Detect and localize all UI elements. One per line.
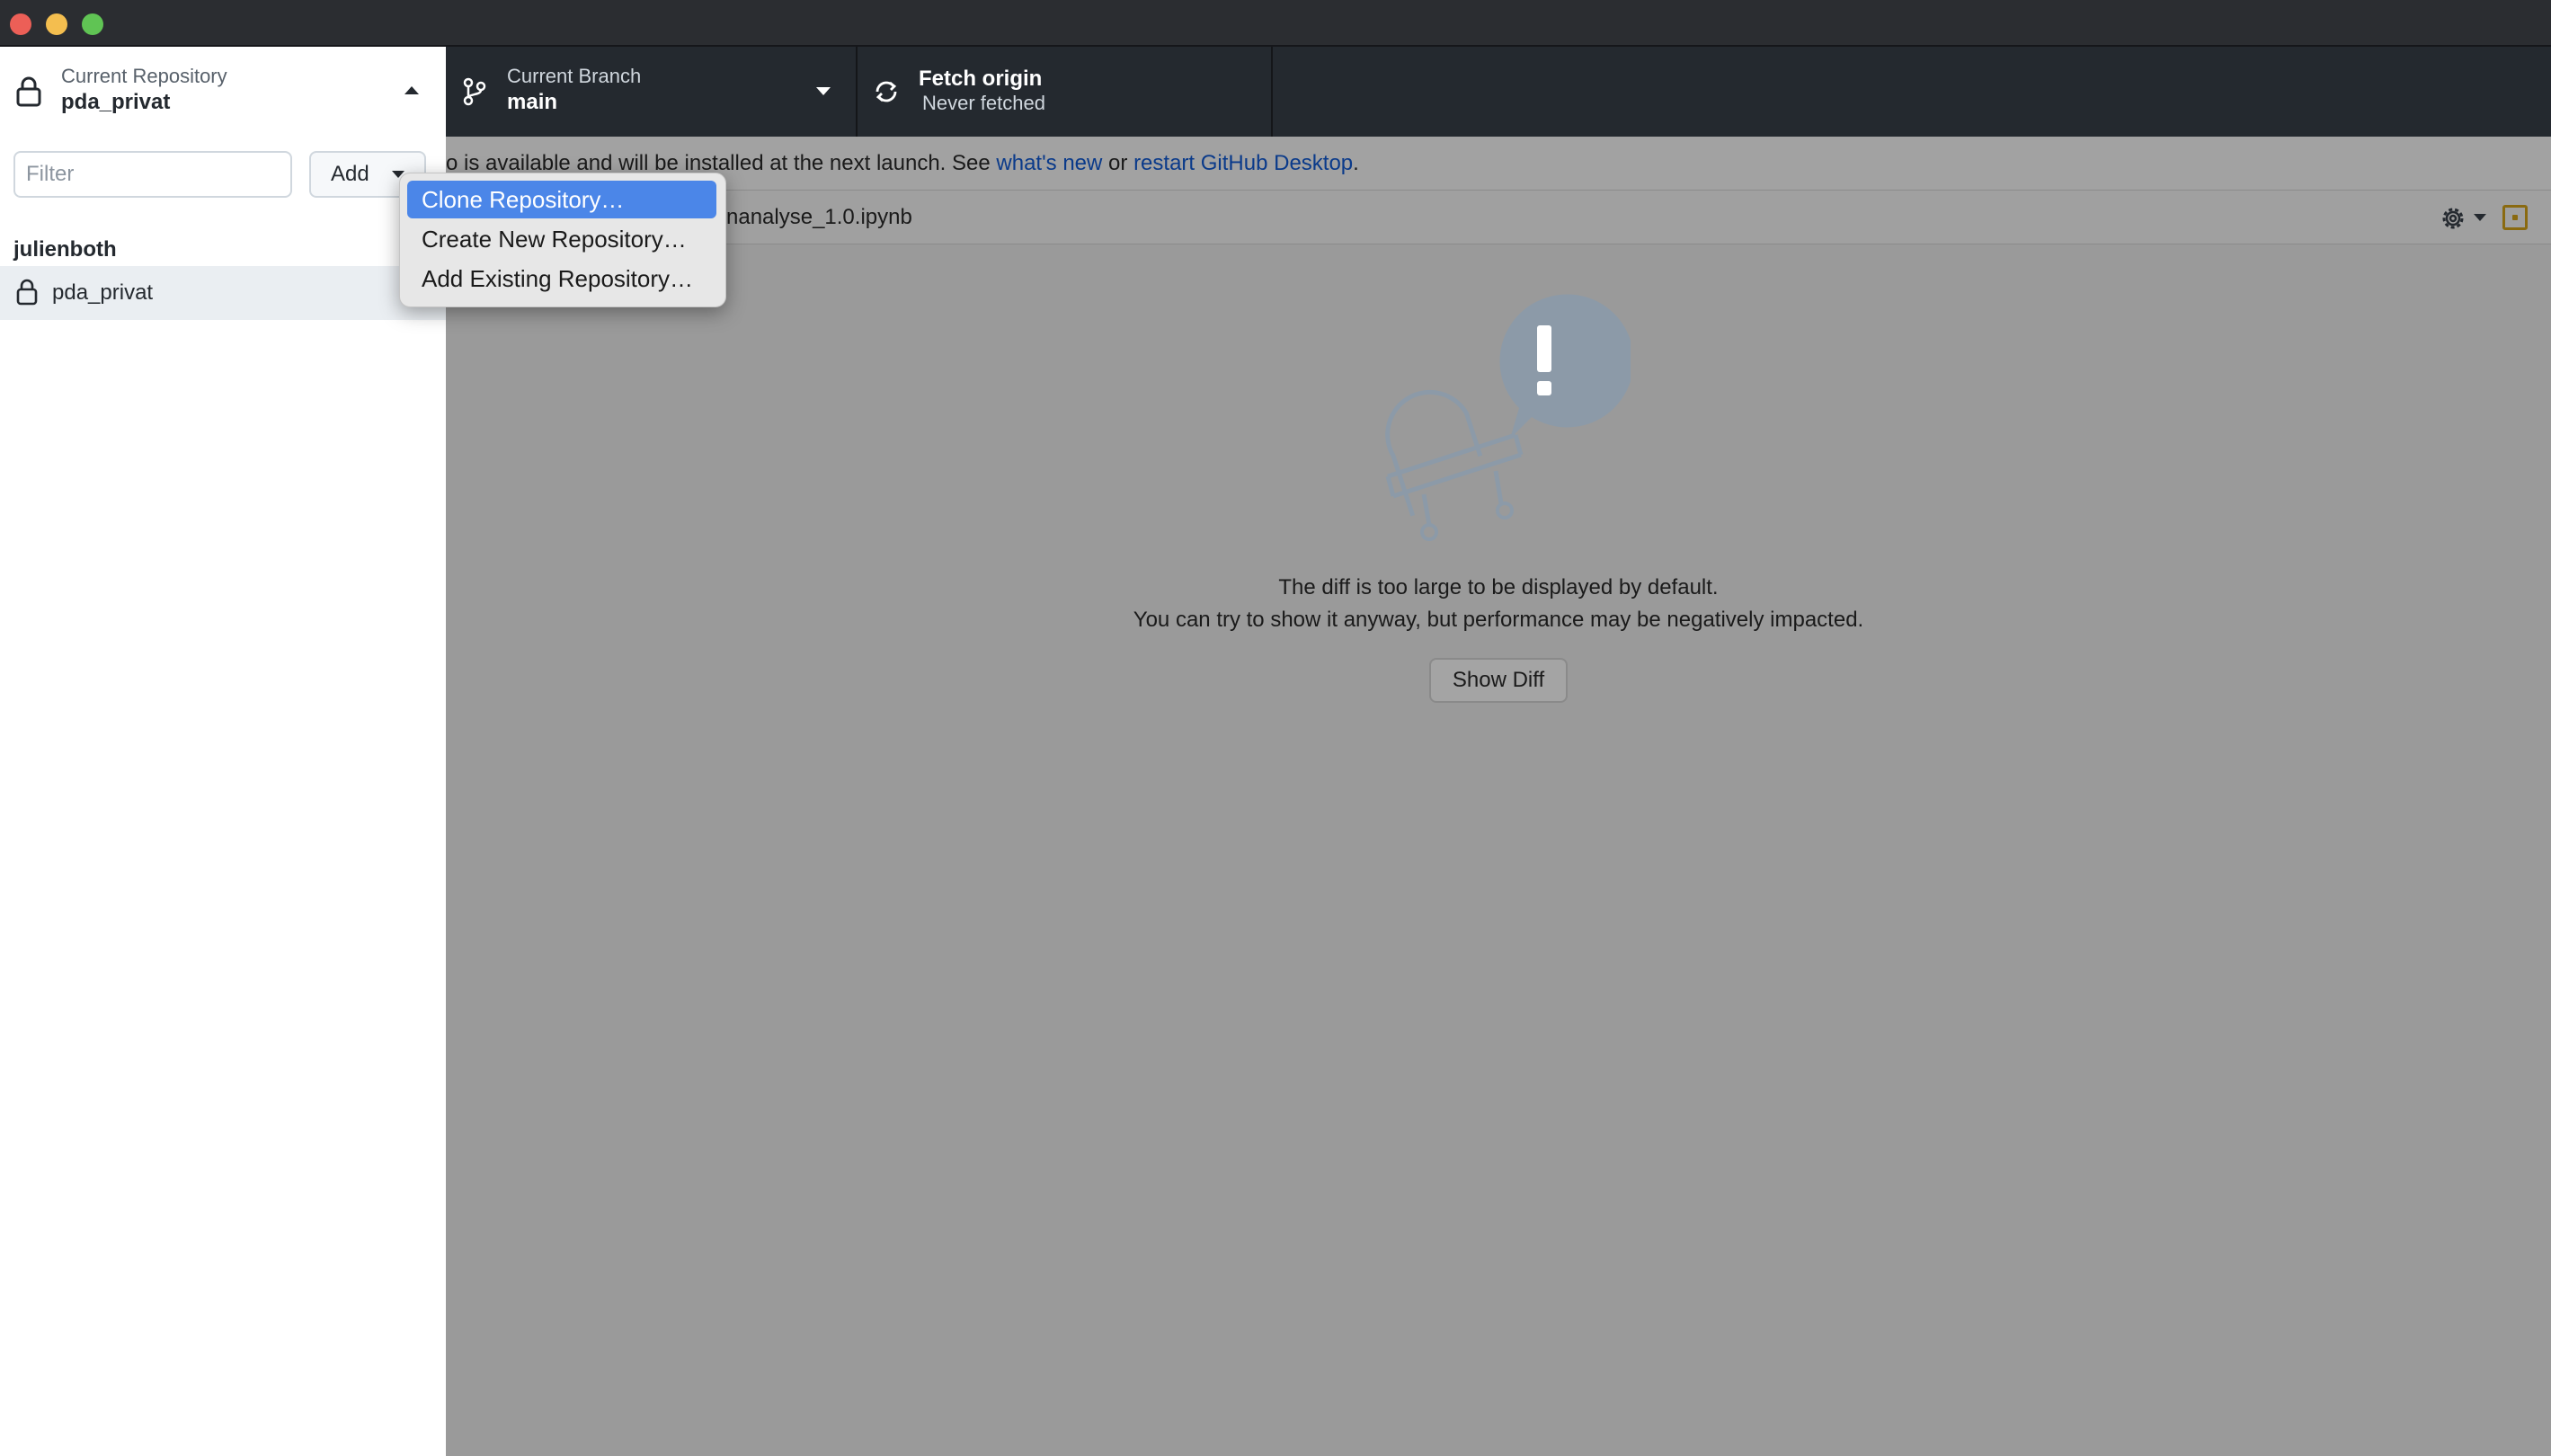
- maximize-window-button[interactable]: [82, 13, 103, 35]
- add-button-label: Add: [331, 162, 369, 186]
- repo-name: pda_privat: [52, 280, 154, 305]
- repository-list-panel: Add julienboth pda_privat: [0, 137, 446, 1456]
- current-repository-value: pda_privat: [61, 90, 171, 114]
- current-repository-label: Current Repository: [61, 65, 227, 87]
- file-path: nanalyse_1.0.ipynb: [726, 205, 912, 229]
- title-bar: [0, 0, 2551, 47]
- whats-new-link[interactable]: what's new: [996, 151, 1102, 175]
- toolbar: Current Repository pda_privat Current Br…: [0, 47, 2551, 137]
- current-branch-label: Current Branch: [507, 65, 642, 87]
- chevron-up-icon: [404, 86, 419, 94]
- chevron-down-icon: [816, 87, 831, 95]
- file-header: nanalyse_1.0.ipynb: [446, 191, 2551, 244]
- diff-message-line2: You can try to show it anyway, but perfo…: [1133, 608, 1864, 632]
- lock-icon: [16, 279, 38, 306]
- add-repository-menu: Clone Repository… Create New Repository……: [399, 173, 726, 307]
- fetch-origin-label: Fetch origin: [919, 67, 1043, 91]
- diff-message-line1: The diff is too large to be displayed by…: [1278, 575, 1719, 599]
- main-content: o is available and will be installed at …: [446, 137, 2551, 1456]
- current-repository-dropdown[interactable]: Current Repository pda_privat: [0, 47, 446, 137]
- large-diff-illustration: [1385, 294, 1631, 541]
- minimize-window-button[interactable]: [46, 13, 67, 35]
- repo-list-item[interactable]: pda_privat: [0, 266, 446, 320]
- fetch-origin-button[interactable]: Fetch origin Never fetched: [858, 47, 1273, 137]
- git-branch-icon: [463, 77, 486, 106]
- expand-icon[interactable]: [2502, 205, 2528, 230]
- close-window-button[interactable]: [10, 13, 31, 35]
- current-branch-dropdown[interactable]: Current Branch main: [446, 47, 858, 137]
- restart-link[interactable]: restart GitHub Desktop: [1133, 151, 1353, 175]
- banner-text-end: .: [1353, 151, 1359, 175]
- menu-item-create-new-repository[interactable]: Create New Repository…: [407, 220, 716, 258]
- show-diff-button[interactable]: Show Diff: [1429, 658, 1568, 703]
- chevron-down-icon[interactable]: [2474, 214, 2486, 221]
- banner-text-middle: or: [1102, 151, 1134, 175]
- current-branch-value: main: [507, 90, 558, 114]
- update-banner: o is available and will be installed at …: [446, 137, 2551, 191]
- filter-input[interactable]: [13, 151, 292, 198]
- sync-icon: [876, 81, 897, 102]
- lock-icon: [16, 76, 41, 107]
- repo-group-header: julienboth: [13, 237, 117, 262]
- gear-icon[interactable]: [2438, 203, 2468, 234]
- menu-item-clone-repository[interactable]: Clone Repository…: [407, 181, 716, 218]
- banner-text-before: o is available and will be installed at …: [446, 151, 997, 175]
- menu-item-add-existing-repository[interactable]: Add Existing Repository…: [407, 260, 716, 297]
- fetch-status: Never fetched: [922, 92, 1045, 114]
